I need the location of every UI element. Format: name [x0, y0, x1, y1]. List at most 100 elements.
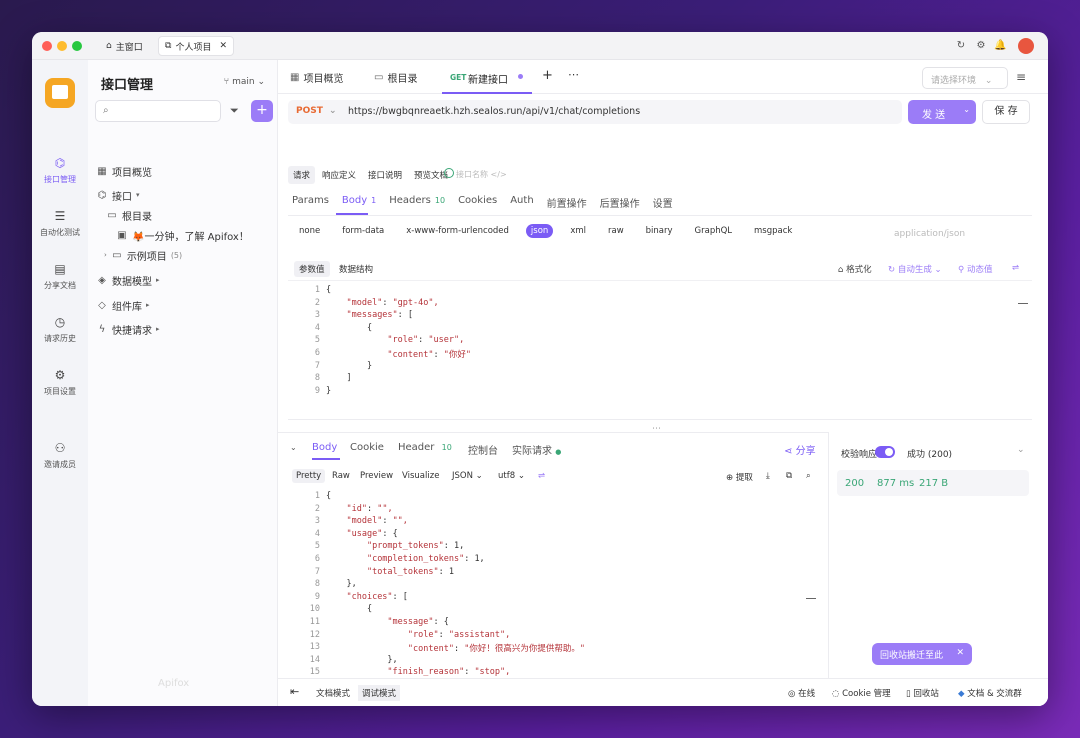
response-body-viewer[interactable]: 1 {2 "id": "", 3 "model": "", 4 "usage": {5… [288, 488, 818, 694]
tab-params[interactable]: Params [292, 195, 329, 215]
api-name-input[interactable]: 接口名称 </> [456, 169, 507, 180]
chevron-down-icon[interactable]: ⌄ [963, 105, 970, 114]
refresh-icon[interactable]: ↻ [955, 40, 967, 52]
tab-overview[interactable]: ▦ 项目概览 [290, 70, 343, 85]
auto-generate-button[interactable]: ↻ 自动生成 ⌄ [888, 263, 942, 275]
rail-item-invite[interactable]: ⚇ 邀请成员 [32, 441, 88, 470]
tab-root[interactable]: ▭ 根目录 [374, 70, 417, 85]
copy-icon[interactable]: ⧉ [782, 469, 796, 483]
body-type-none[interactable]: none [294, 224, 325, 238]
environment-select[interactable]: 请选择环境 ⌄ [922, 67, 1008, 89]
rail-item-project-settings[interactable]: ⚙ 项目设置 [32, 368, 88, 397]
branch-selector[interactable]: ⑂ main ⌄ [224, 77, 265, 87]
online-status[interactable]: ◎ 在线 [788, 687, 815, 699]
tree-item-data-models[interactable]: ◈ 数据模型 ▸ [96, 271, 159, 289]
body-type-form-data[interactable]: form-data [337, 224, 389, 238]
close-icon[interactable]: ✕ [956, 648, 964, 658]
hamburger-menu-icon[interactable]: ≡ [1016, 70, 1026, 84]
new-tab-button[interactable]: + [542, 68, 553, 83]
app-window: ⌂ 主窗口 ⧉ 个人项目 ✕ ↻ ⚙ 🔔 ⌬ 接口管理 ☰ 自动化测试 ▤ 分享… [32, 32, 1048, 706]
rail-item-share-docs[interactable]: ▤ 分享文档 [32, 262, 88, 291]
notification-bell-icon[interactable]: 🔔 [994, 40, 1006, 52]
validate-result-select[interactable]: 成功 (200) [907, 447, 952, 460]
res-tab-cookie[interactable]: Cookie [350, 442, 384, 453]
maximize-window-button[interactable] [72, 41, 82, 51]
body-type-json[interactable]: json [525, 224, 554, 238]
minimize-window-button[interactable] [57, 41, 67, 51]
chevron-down-icon[interactable]: ⌄ [1017, 445, 1025, 455]
tree-item-intro-doc[interactable]: ▣ 🦊一分钟，了解 Apifox！ [116, 226, 249, 244]
rail-item-api-management[interactable]: ⌬ 接口管理 [32, 156, 88, 185]
tree-item-quick-request[interactable]: ϟ 快捷请求 ▸ [96, 320, 160, 338]
res-tab-header[interactable]: Header 10 [398, 442, 452, 453]
body-type-graphql[interactable]: GraphQL [690, 224, 738, 238]
rail-item-automation[interactable]: ☰ 自动化测试 [32, 209, 88, 238]
rail-item-history[interactable]: ◷ 请求历史 [32, 315, 88, 344]
extract-button[interactable]: ⊕ 提取 [722, 469, 757, 485]
filter-icon[interactable]: ⏷ [230, 104, 239, 118]
tab-auth[interactable]: Auth [510, 195, 533, 215]
window-tab-main[interactable]: ⌂ 主窗口 [100, 36, 149, 56]
format-preview[interactable]: Preview [356, 469, 397, 483]
share-button[interactable]: ⋖ 分享 [784, 442, 816, 457]
format-button[interactable]: ⌂ 格式化 [838, 263, 872, 275]
subtab-api-desc[interactable]: 接口说明 [363, 166, 407, 184]
collapse-icon[interactable]: ⌄ [290, 443, 297, 452]
sidebar-search-input[interactable]: ⌕ [95, 100, 221, 122]
subtab-response-def[interactable]: 响应定义 [317, 166, 361, 184]
tab-new-api[interactable]: GET 新建接口 [442, 64, 532, 94]
close-window-button[interactable] [42, 41, 52, 51]
res-tab-console[interactable]: 控制台 [468, 442, 498, 457]
tab-post-ops[interactable]: 后置操作 [600, 195, 640, 215]
format-raw[interactable]: Raw [328, 469, 354, 483]
format-visualize[interactable]: Visualize [398, 469, 443, 483]
tree-item-root[interactable]: ▭ 根目录 [106, 206, 152, 224]
res-tab-body[interactable]: Body [312, 442, 337, 453]
tab-param-values[interactable]: 参数值 [294, 261, 330, 277]
add-api-button[interactable]: + [251, 100, 273, 122]
window-tab-project[interactable]: ⧉ 个人项目 ✕ [158, 36, 234, 56]
encoding-select[interactable]: utf8 ⌄ [494, 469, 529, 483]
body-type-binary[interactable]: binary [641, 224, 678, 238]
body-type-urlencoded[interactable]: x-www-form-urlencoded [401, 224, 514, 238]
body-type-xml[interactable]: xml [565, 224, 591, 238]
body-type-raw[interactable]: raw [603, 224, 629, 238]
debug-mode-button[interactable]: 调试模式 [358, 685, 401, 701]
url-input[interactable]: https://bwgbqnreaetk.hzh.sealos.run/api/… [348, 106, 640, 117]
res-tab-actual-request[interactable]: 实际请求 ● [512, 442, 561, 457]
download-icon[interactable]: ⤓ [762, 469, 774, 483]
tree-item-overview[interactable]: ▦ 项目概览 [96, 162, 152, 180]
doc-mode-button[interactable]: 文档模式 [316, 687, 350, 699]
search-icon[interactable]: ⌕ [802, 469, 815, 483]
save-button[interactable]: 保 存 [982, 100, 1030, 124]
tab-headers[interactable]: Headers 10 [389, 195, 445, 215]
tree-item-sample-project[interactable]: › ▭ 示例项目 (5) [104, 246, 182, 264]
docs-community-button[interactable]: ◆ 文档 & 交流群 [958, 687, 1022, 699]
format-pretty[interactable]: Pretty [292, 469, 326, 483]
trash-button[interactable]: ▯ 回收站 [906, 687, 939, 699]
tree-item-components[interactable]: ◇ 组件库 ▸ [96, 296, 149, 314]
tab-settings[interactable]: 设置 [653, 195, 673, 215]
tab-body[interactable]: Body 1 [342, 195, 376, 215]
close-tab-icon[interactable]: ✕ [219, 41, 227, 51]
request-body-editor[interactable]: 1 {2 "model": "gpt-4o", 3 "messages": [4 {… [288, 280, 1032, 420]
settings-icon[interactable]: ⇌ [1012, 263, 1019, 273]
send-button[interactable]: 发 送 ⌄ [908, 100, 976, 124]
settings-gear-icon[interactable]: ⚙ [975, 40, 987, 52]
collapse-sidebar-icon[interactable]: ⇤ [290, 685, 299, 698]
format-json-select[interactable]: JSON ⌄ [448, 469, 487, 483]
tree-item-api[interactable]: ⌬ 接口 ▾ [96, 186, 140, 204]
line-number: 8 [314, 579, 320, 590]
cookie-manager-button[interactable]: ◌ Cookie 管理 [832, 687, 891, 699]
dynamic-value-button[interactable]: ⚲ 动态值 [958, 263, 992, 275]
tab-data-structure[interactable]: 数据结构 [334, 261, 378, 277]
method-select[interactable]: POST ⌄ [296, 106, 337, 116]
body-type-msgpack[interactable]: msgpack [749, 224, 797, 238]
more-icon[interactable]: ⋯ [568, 68, 579, 81]
wrap-icon[interactable]: ⇌ [534, 469, 549, 483]
validate-toggle[interactable] [875, 446, 895, 458]
tab-cookies[interactable]: Cookies [458, 195, 497, 215]
user-avatar[interactable] [1018, 38, 1034, 54]
tab-pre-ops[interactable]: 前置操作 [547, 195, 587, 215]
subtab-request[interactable]: 请求 [288, 166, 316, 184]
